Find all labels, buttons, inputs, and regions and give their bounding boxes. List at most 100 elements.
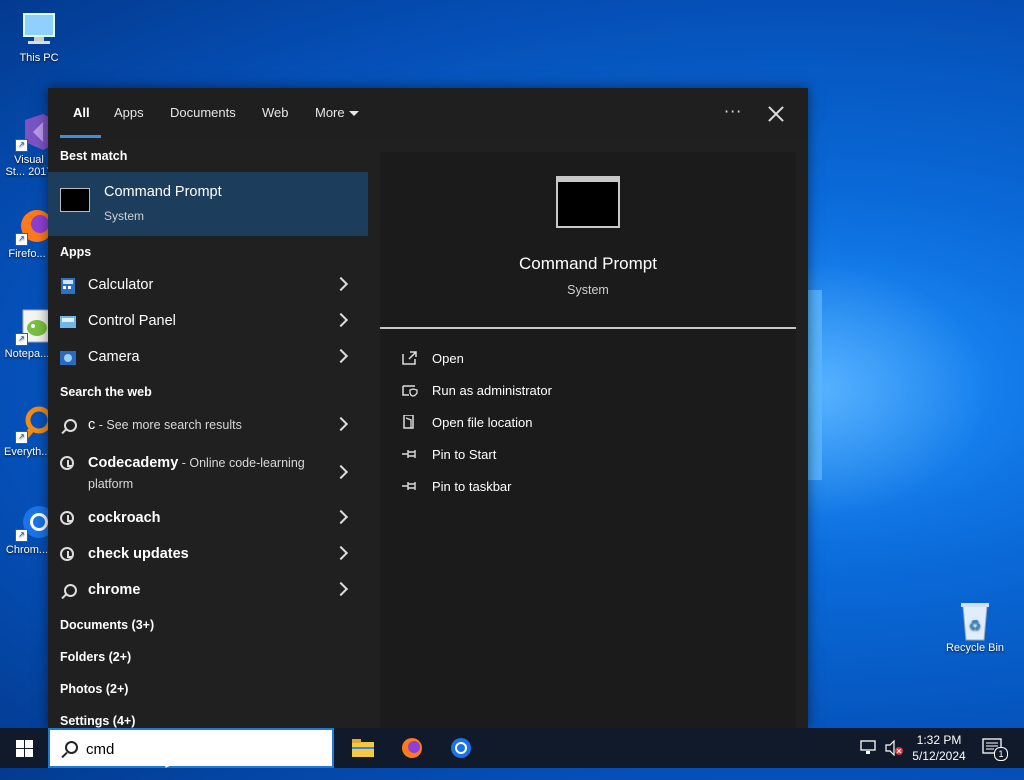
list-item-control-panel[interactable]: Control Panel — [48, 304, 368, 340]
detail-subtitle: System — [567, 283, 609, 297]
pin-icon — [402, 447, 418, 461]
tab-documents[interactable]: Documents — [170, 105, 236, 120]
best-match-title: Command Prompt — [104, 184, 222, 200]
list-item-camera[interactable]: Camera — [48, 340, 368, 376]
best-match-item[interactable] — [48, 172, 368, 236]
shortcut-arrow-icon: ↗ — [15, 233, 28, 246]
action-run-as-administrator[interactable]: Run as administrator — [402, 377, 782, 405]
best-match-subtitle: System — [104, 209, 145, 223]
desktop-icon-this-pc[interactable]: This PC — [4, 10, 74, 64]
chevron-right-icon[interactable] — [333, 464, 349, 480]
active-tab-indicator — [60, 135, 101, 138]
chevron-right-icon[interactable] — [333, 509, 349, 525]
shortcut-arrow-icon: ↗ — [15, 529, 28, 542]
search-icon — [60, 741, 78, 759]
network-icon[interactable] — [860, 740, 880, 780]
start-button[interactable] — [0, 728, 48, 768]
desktop-icon-label: Chrom... — [5, 544, 49, 556]
list-item-label: Camera — [88, 349, 140, 365]
apps-heading: Apps — [60, 245, 92, 259]
tab-more-label: More — [315, 105, 345, 120]
desktop-icon-recycle-bin[interactable]: ♻ Recycle Bin — [940, 600, 1010, 654]
list-item-label: Control Panel — [88, 313, 176, 329]
list-item-calculator[interactable]: Calculator — [48, 268, 368, 304]
calculator-icon — [60, 278, 76, 294]
chevron-right-icon[interactable] — [333, 545, 349, 561]
taskbar-search-box[interactable] — [48, 728, 334, 768]
tab-all[interactable]: All — [73, 105, 90, 120]
web-result-c[interactable]: c - See more search results — [48, 408, 368, 444]
file-location-icon — [402, 414, 418, 429]
action-open-file-location[interactable]: Open file location — [402, 409, 782, 437]
detail-pane: Command Prompt System Open Run as admini… — [380, 152, 796, 728]
monitor-icon — [19, 10, 59, 50]
tab-web[interactable]: Web — [262, 105, 289, 120]
action-label: Open file location — [432, 415, 533, 430]
chevron-right-icon[interactable] — [333, 312, 349, 328]
chevron-right-icon[interactable] — [333, 276, 349, 292]
search-tabs: All Apps Documents Web More ··· — [48, 88, 808, 140]
action-open[interactable]: Open — [402, 345, 782, 373]
web-result-main: chrome — [88, 582, 141, 598]
shield-icon — [402, 383, 418, 397]
volume-muted-icon[interactable] — [885, 739, 905, 780]
tab-apps[interactable]: Apps — [114, 105, 144, 120]
camera-icon — [60, 350, 76, 366]
chrome-icon — [450, 737, 472, 763]
action-label: Pin to taskbar — [432, 479, 512, 494]
detail-title: Command Prompt — [519, 254, 657, 273]
more-options-icon[interactable]: ··· — [724, 102, 742, 121]
web-result-cockroach[interactable]: cockroach — [48, 501, 368, 537]
notification-center-icon[interactable]: 1 — [982, 738, 1008, 778]
search-web-heading: Search the web — [60, 385, 152, 399]
folder-icon — [352, 739, 374, 761]
clock-time: 1:32 PM — [916, 733, 962, 747]
desktop-icon-label: Notepa... — [4, 348, 50, 360]
notification-count: 1 — [994, 747, 1008, 761]
category-folders[interactable]: Folders (2+) — [60, 650, 131, 664]
category-photos[interactable]: Photos (2+) — [60, 682, 128, 696]
history-icon — [60, 547, 74, 561]
action-pin-to-start[interactable]: Pin to Start — [402, 441, 782, 469]
search-input[interactable] — [86, 738, 316, 760]
action-pin-to-taskbar[interactable]: Pin to taskbar — [402, 473, 782, 501]
close-icon[interactable] — [764, 102, 788, 126]
chevron-right-icon[interactable] — [333, 416, 349, 432]
web-result-extra: - See more search results — [95, 418, 242, 432]
web-result-check-updates[interactable]: check updates — [48, 537, 368, 573]
taskbar: 1:32 PM 5/12/2024 1 — [0, 728, 1024, 768]
desktop-icon-label: This PC — [19, 52, 59, 64]
shortcut-arrow-icon: ↗ — [15, 333, 28, 346]
category-settings[interactable]: Settings (4+) — [60, 714, 135, 728]
open-icon — [402, 351, 418, 365]
chevron-right-icon[interactable] — [333, 348, 349, 364]
desktop-icon-label: Firefo... — [8, 248, 46, 260]
action-label: Run as administrator — [432, 383, 552, 398]
taskbar-firefox[interactable] — [388, 728, 436, 768]
taskbar-chrome[interactable] — [437, 728, 485, 768]
detail-divider — [380, 327, 796, 329]
web-result-chrome[interactable]: chrome — [48, 573, 368, 609]
firefox-icon — [401, 737, 423, 763]
web-result-main: cockroach — [88, 510, 161, 526]
clock-date: 5/12/2024 — [912, 749, 966, 763]
history-icon — [60, 456, 74, 470]
shortcut-arrow-icon: ↗ — [15, 431, 28, 444]
category-documents[interactable]: Documents (3+) — [60, 618, 154, 632]
recycle-bin-icon: ♻ — [955, 600, 995, 641]
wallpaper-logo-edge — [808, 290, 822, 480]
best-match-heading: Best match — [60, 149, 128, 163]
control-panel-icon — [60, 314, 76, 330]
command-prompt-large-icon — [556, 176, 620, 228]
web-result-main: check updates — [88, 546, 189, 562]
list-item-label: Calculator — [88, 277, 154, 293]
web-result-codecademy[interactable]: Codecademy - Online code-learning platfo… — [48, 446, 368, 498]
pin-icon — [402, 479, 418, 493]
web-result-label: Codecademy - Online code-learning platfo… — [88, 453, 324, 495]
chevron-right-icon[interactable] — [333, 581, 349, 597]
taskbar-clock[interactable]: 1:32 PM 5/12/2024 — [906, 732, 972, 764]
desktop-icon-label: Everyth... — [4, 446, 50, 458]
taskbar-file-explorer[interactable] — [338, 728, 386, 768]
start-search-panel: All Apps Documents Web More ··· Best mat… — [48, 88, 808, 728]
tab-more[interactable]: More — [315, 105, 359, 120]
